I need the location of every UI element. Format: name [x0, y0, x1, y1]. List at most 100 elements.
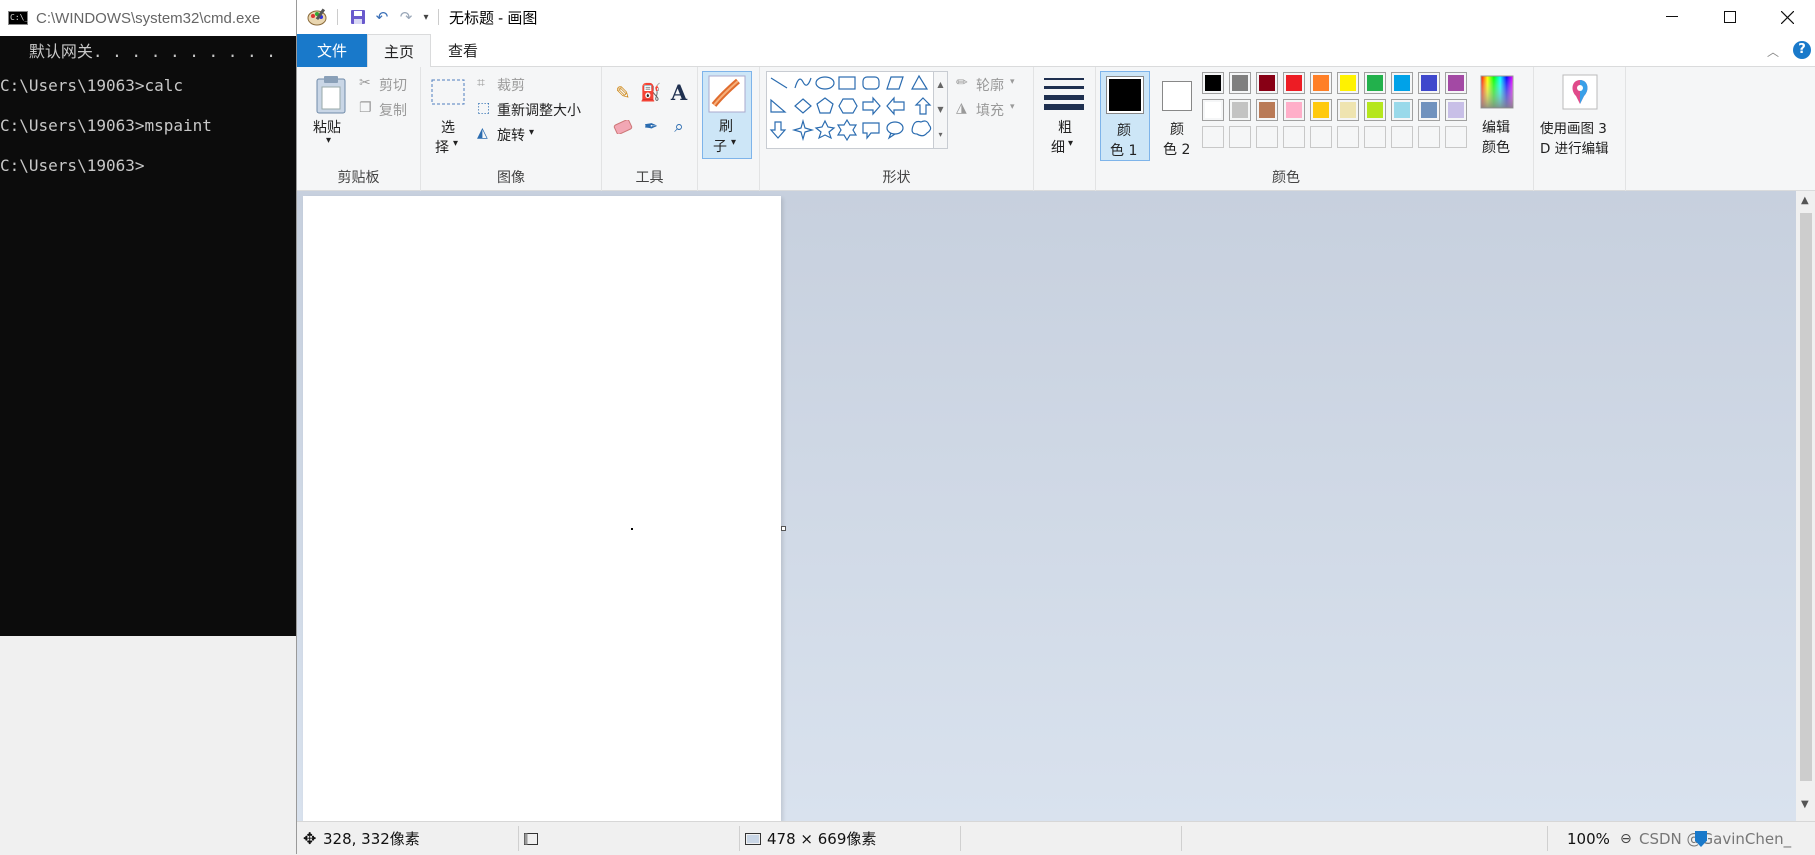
color-swatch[interactable] — [1418, 72, 1440, 94]
color-swatch[interactable] — [1202, 99, 1224, 121]
cmd-titlebar[interactable]: C:\_ C:\WINDOWS\system32\cmd.exe — [0, 0, 300, 36]
color2-button[interactable]: 颜 色 2 — [1154, 71, 1202, 161]
pencil-icon[interactable]: ✎ — [610, 81, 636, 105]
resize-button[interactable]: 重新调整大小 — [497, 100, 581, 120]
size-button[interactable]: 粗 — [1058, 117, 1072, 137]
edit-colors-button-line2[interactable]: 颜色 — [1482, 137, 1510, 157]
fill-icon: ◮ — [956, 100, 967, 116]
save-icon[interactable] — [346, 6, 370, 28]
help-icon[interactable]: ? — [1793, 41, 1811, 59]
custom-color-slot[interactable] — [1229, 126, 1251, 148]
tab-file[interactable]: 文件 — [297, 34, 367, 67]
undo-icon[interactable]: ↶ — [370, 6, 394, 28]
color1-button[interactable]: 颜 色 1 — [1100, 71, 1150, 161]
scroll-up-icon[interactable]: ▲ — [1801, 195, 1809, 206]
redo-icon[interactable]: ↷ — [394, 6, 418, 28]
text-tool-icon[interactable]: A — [666, 79, 692, 105]
select-button[interactable]: 选 — [441, 117, 455, 137]
color-swatch-fill — [1205, 102, 1221, 118]
minimize-button[interactable] — [1643, 0, 1701, 34]
paint3d-button[interactable]: 使用画图 3 — [1540, 117, 1607, 137]
line-size-icon[interactable] — [1042, 75, 1086, 111]
custom-color-slot[interactable] — [1283, 126, 1305, 148]
outline-button[interactable]: 轮廓 — [976, 75, 1004, 95]
color-swatch[interactable] — [1364, 99, 1386, 121]
canvas-resize-handle-right[interactable] — [781, 526, 786, 531]
canvas-workspace[interactable] — [297, 191, 1796, 821]
custom-color-slot[interactable] — [1418, 126, 1440, 148]
paint-titlebar[interactable]: ↶ ↷ ▾ 无标题 - 画图 — [297, 0, 1815, 34]
size-dropdown-icon[interactable]: ▾ — [1068, 138, 1073, 149]
select-icon[interactable] — [429, 77, 467, 107]
custom-color-slot[interactable] — [1391, 126, 1413, 148]
cursor-position: 328, 332像素 — [323, 830, 420, 848]
cut-button[interactable]: 剪切 — [379, 75, 407, 95]
color-swatch-fill — [1367, 75, 1383, 91]
color-swatch-fill — [1421, 75, 1437, 91]
crop-button[interactable]: 裁剪 — [497, 75, 525, 95]
edit-colors-icon[interactable] — [1478, 73, 1516, 111]
edit-colors-button[interactable]: 编辑 — [1482, 117, 1510, 137]
fill-button[interactable]: 填充 — [976, 100, 1004, 120]
shape-line-icon — [770, 77, 788, 89]
color-swatch[interactable] — [1310, 72, 1332, 94]
paste-icon[interactable] — [311, 73, 351, 117]
paint3d-icon[interactable] — [1561, 73, 1599, 111]
color-swatch[interactable] — [1229, 99, 1251, 121]
cmd-console[interactable]: 默认网关. . . . . . . . . . C:\Users\19063>c… — [0, 36, 300, 636]
fill-bucket-icon[interactable]: ⛽ — [638, 81, 664, 105]
color-swatch[interactable] — [1256, 99, 1278, 121]
magnifier-icon[interactable]: ⌕ — [666, 115, 692, 139]
custom-color-slot[interactable] — [1445, 126, 1467, 148]
color2-label-line2: 色 2 — [1163, 142, 1191, 158]
collapse-ribbon-icon[interactable]: ︿ — [1767, 43, 1779, 60]
vertical-scrollbar[interactable]: ▲ ▼ — [1796, 191, 1815, 821]
color-swatch[interactable] — [1364, 72, 1386, 94]
paint3d-button-line2[interactable]: D 进行编辑 — [1540, 137, 1609, 157]
color-picker-icon[interactable]: ✒ — [638, 115, 664, 139]
custom-color-slot[interactable] — [1337, 126, 1359, 148]
rotate-button[interactable]: 旋转 — [497, 125, 525, 145]
copy-button[interactable]: 复制 — [379, 100, 407, 120]
drawing-canvas[interactable] — [303, 196, 781, 821]
paste-dropdown-icon[interactable]: ▾ — [326, 135, 331, 146]
color-swatch[interactable] — [1391, 72, 1413, 94]
color2-fill — [1165, 84, 1189, 108]
color-swatch[interactable] — [1283, 99, 1305, 121]
color-swatch[interactable] — [1418, 99, 1440, 121]
shapes-gallery-scroll[interactable]: ▲ ▼ ▾ — [934, 71, 948, 149]
brushes-button[interactable]: 刷 子 ▾ — [702, 71, 752, 159]
fill-dropdown-icon[interactable]: ▾ — [1010, 102, 1015, 112]
color-swatch[interactable] — [1283, 72, 1305, 94]
outline-dropdown-icon[interactable]: ▾ — [1010, 77, 1015, 87]
zoom-out-icon[interactable]: ⊖ — [1620, 822, 1632, 855]
color-swatch[interactable] — [1445, 99, 1467, 121]
color-swatch[interactable] — [1256, 72, 1278, 94]
rotate-dropdown-icon[interactable]: ▾ — [529, 127, 534, 138]
select-dropdown-icon[interactable]: ▾ — [453, 138, 458, 149]
tab-home[interactable]: 主页 — [367, 34, 431, 68]
color-swatch[interactable] — [1229, 72, 1251, 94]
tab-view[interactable]: 查看 — [431, 34, 495, 67]
paint-app-icon[interactable] — [305, 6, 329, 28]
close-button[interactable] — [1758, 0, 1815, 34]
color-swatch[interactable] — [1337, 99, 1359, 121]
scroll-down-icon[interactable]: ▼ — [1801, 799, 1809, 810]
color-swatch[interactable] — [1391, 99, 1413, 121]
custom-color-slot[interactable] — [1202, 126, 1224, 148]
paste-button[interactable]: 粘贴 — [313, 117, 341, 137]
eraser-icon[interactable] — [610, 115, 636, 139]
scrollbar-thumb[interactable] — [1800, 213, 1812, 781]
cmd-line: C:\Users\19063>mspaint — [0, 116, 212, 135]
color-swatch[interactable] — [1445, 72, 1467, 94]
maximize-button[interactable] — [1701, 0, 1759, 34]
color-swatch[interactable] — [1310, 99, 1332, 121]
custom-color-slot[interactable] — [1364, 126, 1386, 148]
customize-qa-chevron-icon[interactable]: ▾ — [418, 6, 434, 28]
custom-color-slot[interactable] — [1256, 126, 1278, 148]
custom-color-slot[interactable] — [1310, 126, 1332, 148]
color-swatch[interactable] — [1337, 72, 1359, 94]
color-swatch[interactable] — [1202, 72, 1224, 94]
select-button-line2[interactable]: 择 — [435, 137, 449, 157]
size-button-line2[interactable]: 细 — [1051, 137, 1065, 157]
